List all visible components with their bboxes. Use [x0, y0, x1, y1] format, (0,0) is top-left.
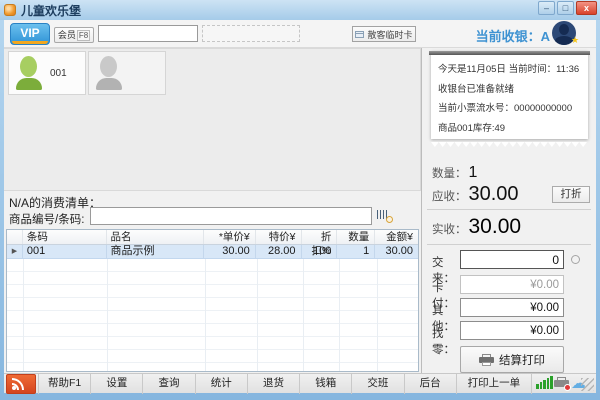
col-barcode[interactable]: 条码	[23, 230, 107, 244]
member-info-placeholder	[202, 25, 300, 42]
col-name[interactable]: 品名	[107, 230, 205, 244]
discount-button[interactable]: 打折	[552, 186, 590, 203]
cell-discount: 100	[302, 245, 338, 258]
card-icon	[355, 31, 364, 38]
col-qty[interactable]: 数量	[337, 230, 375, 244]
amount-due-label: 应收：	[432, 188, 467, 204]
cash-input[interactable]	[460, 250, 564, 269]
current-cashier-label: 当前收银：A	[476, 26, 550, 45]
cart-table: 条码 品名 *单价¥ 特价¥ 折扣% 数量 金额¥ ▶ 001 商品示例 30.…	[6, 229, 419, 372]
member-button[interactable]: 会员F8	[54, 27, 94, 43]
app-icon	[4, 4, 16, 16]
consume-list-title: N/A的消费清单：	[9, 194, 101, 211]
receipt-roller	[429, 51, 590, 55]
member-card-input[interactable]	[98, 25, 198, 42]
receipt-line: 商品001库存:49	[438, 119, 581, 139]
bottom-toolbar: 帮助F1 设置 查询 统计 退货 钱箱 交班 后台 打印上一单 ☁	[4, 373, 596, 393]
settle-print-label: 结算打印	[499, 352, 545, 368]
person-icon	[96, 56, 122, 90]
temp-card-button[interactable]: 散客临时卡	[352, 26, 416, 42]
col-gutter	[7, 230, 23, 244]
pos-window: 儿童欢乐堡 – □ x VIP 会员F8 散客临时卡 当前收银：A ★	[0, 0, 600, 400]
col-discount[interactable]: 折扣%	[302, 230, 338, 244]
backend-button[interactable]: 后台	[405, 374, 457, 394]
table-empty-rows	[7, 259, 418, 372]
receipt-torn-edge	[431, 142, 588, 147]
col-price[interactable]: *单价¥	[204, 230, 256, 244]
barcode-search-icon[interactable]	[377, 209, 393, 223]
received-value: 30.00	[469, 215, 522, 239]
window-controls: – □ x	[538, 1, 597, 15]
receipt-line: 收银台已准备就绪	[438, 80, 581, 100]
member-card-empty[interactable]	[88, 51, 166, 95]
barcode-label: 商品编号/条码:	[9, 211, 84, 227]
receipt-line: 当前小票流水号：00000000000	[438, 99, 581, 119]
change-input[interactable]	[460, 321, 564, 340]
card-pay-input[interactable]	[460, 275, 564, 294]
cart-table-header: 条码 品名 *单价¥ 特价¥ 折扣% 数量 金额¥	[7, 230, 418, 245]
row-indicator-icon: ▶	[7, 245, 23, 258]
maximize-button[interactable]: □	[557, 1, 574, 15]
quantity-row: 数量： 1	[432, 164, 477, 182]
resize-grip[interactable]	[581, 378, 594, 391]
rss-icon[interactable]	[6, 374, 36, 394]
cell-special: 28.00	[256, 245, 302, 258]
shift-button[interactable]: 交班	[352, 374, 404, 394]
printer-error-badge	[564, 384, 571, 391]
other-pay-input[interactable]	[460, 298, 564, 317]
cash-radio[interactable]	[571, 255, 580, 264]
temp-card-label: 散客临时卡	[367, 28, 412, 41]
amount-due-value: 30.00	[469, 183, 519, 206]
cell-price: 30.00	[204, 245, 256, 258]
received-row: 实收： 30.00	[432, 215, 521, 239]
barcode-input[interactable]	[90, 207, 372, 225]
window-title: 儿童欢乐堡	[21, 2, 81, 19]
col-amount[interactable]: 金额¥	[375, 230, 418, 244]
settle-print-button[interactable]: 结算打印	[460, 346, 564, 373]
titlebar: 儿童欢乐堡 – □ x	[0, 0, 600, 20]
signal-bars-icon	[536, 376, 553, 389]
quantity-value: 1	[469, 164, 478, 182]
member-id: 001	[50, 68, 67, 79]
cashbox-button[interactable]: 钱箱	[300, 374, 352, 394]
member-card-active[interactable]: 001	[8, 51, 86, 95]
query-button[interactable]: 查询	[143, 374, 195, 394]
received-label: 实收：	[432, 221, 467, 237]
close-button[interactable]: x	[576, 1, 597, 15]
quantity-label: 数量：	[432, 165, 467, 181]
cell-barcode: 001	[23, 245, 107, 258]
vip-button[interactable]: VIP	[10, 23, 50, 45]
reprint-button[interactable]: 打印上一单	[457, 374, 532, 394]
divider	[427, 209, 591, 210]
stats-button[interactable]: 统计	[196, 374, 248, 394]
content-area: VIP 会员F8 散客临时卡 当前收银：A ★ 001	[4, 20, 596, 393]
cell-amount: 30.00	[375, 245, 418, 258]
person-icon	[16, 56, 42, 90]
star-icon: ★	[571, 36, 579, 45]
receipt-line: 今天是11月05日 当前时间：11:36	[438, 60, 581, 80]
printer-icon	[479, 354, 494, 366]
member-panel: 001	[4, 48, 421, 191]
printer-status-icon[interactable]	[554, 377, 569, 390]
receipt-preview: 今天是11月05日 当前时间：11:36 收银台已准备就绪 当前小票流水号：00…	[431, 51, 588, 139]
member-hotkey: F8	[77, 30, 90, 41]
minimize-button[interactable]: –	[538, 1, 555, 15]
amount-due-row: 应收： 30.00	[432, 183, 519, 206]
divider	[427, 244, 591, 245]
change-label: 找零：	[432, 325, 455, 357]
cell-qty: 1	[337, 245, 375, 258]
col-special[interactable]: 特价¥	[256, 230, 302, 244]
function-buttons: 帮助F1 设置 查询 统计 退货 钱箱 交班 后台 打印上一单	[38, 374, 532, 394]
table-row[interactable]: ▶ 001 商品示例 30.00 28.00 100 1 30.00	[7, 245, 418, 259]
avatar-person-icon	[559, 24, 569, 35]
help-button[interactable]: 帮助F1	[39, 374, 91, 394]
top-toolbar: VIP 会员F8 散客临时卡 当前收银：A ★	[4, 20, 596, 48]
settings-button[interactable]: 设置	[91, 374, 143, 394]
cell-name: 商品示例	[107, 245, 205, 258]
member-button-label: 会员	[58, 30, 76, 40]
checkout-panel: 今天是11月05日 当前时间：11:36 收银台已准备就绪 当前小票流水号：00…	[421, 48, 596, 373]
refund-button[interactable]: 退货	[248, 374, 300, 394]
